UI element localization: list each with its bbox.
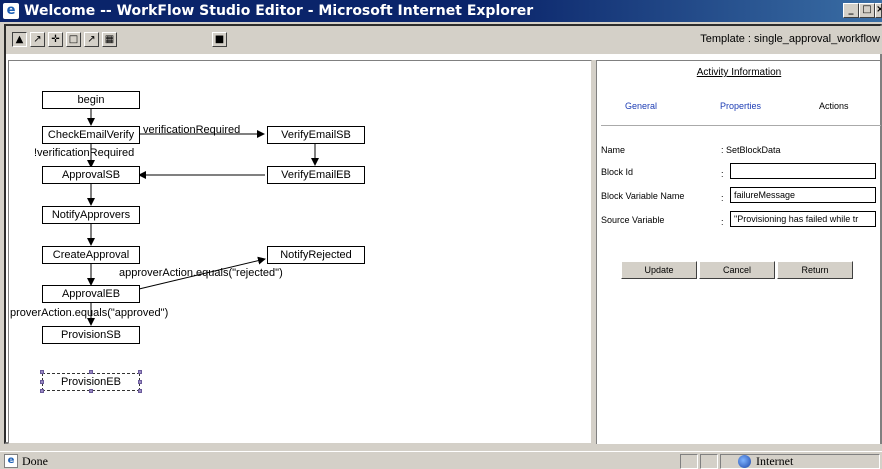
save-button[interactable]: ■ <box>212 32 227 47</box>
ie-icon: e <box>3 3 19 19</box>
block-variable-colon: : <box>721 193 724 203</box>
window-title: Welcome -- WorkFlow Studio Editor - Micr… <box>24 3 534 19</box>
move-icon: ✛ <box>51 34 60 45</box>
move-tool-button[interactable]: ✛ <box>48 32 63 47</box>
return-button[interactable]: Return <box>777 261 853 279</box>
panel-title: Activity Information <box>696 67 782 78</box>
activity-panel: Activity Information General Properties … <box>596 60 881 444</box>
connect-tool-button[interactable]: ↗ <box>84 32 99 47</box>
tab-actions[interactable]: Actions <box>819 101 849 111</box>
editor-toolbar: ▲ ↗ ✛ □ ↗ ▦ ■ Template : single_approval… <box>6 26 882 54</box>
minimize-icon: _ <box>848 4 854 15</box>
close-button[interactable]: × <box>875 3 882 18</box>
tab-properties[interactable]: Properties <box>720 101 761 111</box>
minimize-button[interactable]: _ <box>843 3 859 18</box>
maximize-button[interactable]: □ <box>859 3 875 18</box>
node-approvalsb[interactable]: ApprovalSB <box>42 166 140 184</box>
workflow-canvas[interactable]: begin CheckEmailVerify VerifyEmailSB App… <box>8 60 592 444</box>
delete-button[interactable]: ▦ <box>102 32 117 47</box>
selection-handle[interactable] <box>138 370 142 374</box>
selection-handle[interactable] <box>40 389 44 393</box>
edge-label-verification-required: verificationRequired <box>143 124 241 136</box>
add-block-button[interactable]: □ <box>66 32 81 47</box>
add-block-icon: □ <box>68 34 79 45</box>
cancel-button[interactable]: Cancel <box>699 261 775 279</box>
edge-label-approved: proverAction.equals("approved") <box>10 307 169 319</box>
source-variable-colon: : <box>721 217 724 227</box>
tab-general[interactable]: General <box>625 101 657 111</box>
maximize-icon: □ <box>862 4 872 15</box>
link-arrow-icon: ↗ <box>33 34 42 45</box>
node-provisionsb[interactable]: ProvisionSB <box>42 326 140 344</box>
selection-handle[interactable] <box>138 389 142 393</box>
block-id-input[interactable] <box>730 163 876 179</box>
update-button[interactable]: Update <box>621 261 697 279</box>
node-verifyemaileb[interactable]: VerifyEmailEB <box>267 166 365 184</box>
node-begin[interactable]: begin <box>42 91 140 109</box>
node-verifyemailsb[interactable]: VerifyEmailSB <box>267 126 365 144</box>
edge-label-rejected: approverAction.equals("rejected") <box>119 267 283 279</box>
title-bar[interactable]: e Welcome -- WorkFlow Studio Editor - Mi… <box>0 0 882 22</box>
page-icon: e <box>4 454 18 468</box>
selection-handle[interactable] <box>138 380 142 384</box>
name-label: Name <box>601 145 626 155</box>
connect-icon: ↗ <box>87 34 96 45</box>
node-notifyrejected[interactable]: NotifyRejected <box>267 246 365 264</box>
node-checkemailverify[interactable]: CheckEmailVerify <box>42 126 140 144</box>
selection-handle[interactable] <box>89 370 93 374</box>
select-arrow-icon: ▲ <box>15 34 24 45</box>
node-createapproval[interactable]: CreateApproval <box>42 246 140 264</box>
selection-handle[interactable] <box>40 370 44 374</box>
node-approvaleb[interactable]: ApprovalEB <box>42 285 140 303</box>
block-variable-input[interactable]: failureMessage <box>730 187 876 203</box>
panel-divider <box>601 125 881 126</box>
status-text: Done <box>22 454 48 468</box>
save-icon: ■ <box>214 34 225 45</box>
block-id-label: Block Id <box>601 167 634 177</box>
selection-handle[interactable] <box>89 389 93 393</box>
edge-label-not-verification-required: !verificationRequired <box>34 147 135 159</box>
template-label: Template : single_approval_workflow <box>700 33 880 45</box>
selection-handle[interactable] <box>40 380 44 384</box>
browser-window: e Welcome -- WorkFlow Studio Editor - Mi… <box>0 0 882 469</box>
node-notifyapprovers[interactable]: NotifyApprovers <box>42 206 140 224</box>
delete-icon: ▦ <box>104 34 115 45</box>
block-variable-label: Block Variable Name <box>601 191 685 201</box>
globe-icon <box>738 455 751 468</box>
source-variable-input[interactable]: "Provisioning has failed while tr <box>730 211 876 227</box>
status-bar: e Done Internet <box>0 451 882 469</box>
source-variable-label: Source Variable <box>601 215 665 225</box>
status-cell <box>680 454 698 469</box>
block-id-colon: : <box>721 169 724 179</box>
zone-text: Internet <box>756 454 794 468</box>
close-icon: × <box>876 4 881 15</box>
select-tool-button[interactable]: ▲ <box>12 32 27 47</box>
name-value: : SetBlockData <box>721 145 781 155</box>
link-tool-button[interactable]: ↗ <box>30 32 45 47</box>
status-cell <box>700 454 718 469</box>
